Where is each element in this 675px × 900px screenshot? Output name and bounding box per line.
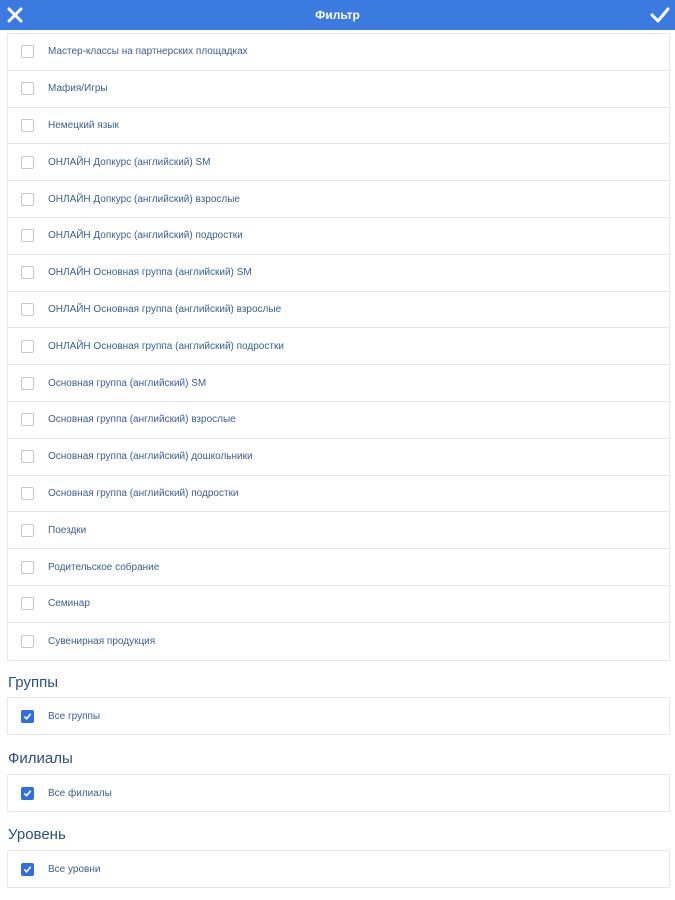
close-button[interactable] xyxy=(4,4,26,26)
checkbox[interactable] xyxy=(21,339,34,353)
list-item[interactable]: ОНЛАЙН Основная группа (английский) взро… xyxy=(8,292,669,329)
list-item-label: ОНЛАЙН Основная группа (английский) взро… xyxy=(48,303,282,315)
list-item-label: Основная группа (английский) SM xyxy=(48,377,207,389)
checkbox[interactable] xyxy=(21,155,34,169)
branches-section-title: Филиалы xyxy=(8,750,73,767)
checkbox[interactable] xyxy=(21,413,34,427)
list-item-all-branches[interactable]: Все филиалы xyxy=(8,775,669,811)
checkbox[interactable] xyxy=(21,229,34,243)
list-item[interactable]: Поездки xyxy=(8,512,669,550)
list-item-label: Сувенирная продукция xyxy=(48,635,156,647)
list-item-all-levels[interactable]: Все уровни xyxy=(8,851,669,887)
levels-list: Все уровни xyxy=(7,850,670,888)
list-item-all-groups[interactable]: Все группы xyxy=(8,698,669,734)
list-item[interactable]: Основная группа (английский) взрослые xyxy=(8,402,669,439)
checkbox[interactable] xyxy=(21,118,34,132)
list-item[interactable]: ОНЛАЙН Допкурс (английский) подростки xyxy=(8,218,669,255)
checkbox[interactable] xyxy=(21,597,34,611)
checkbox[interactable] xyxy=(21,862,34,876)
close-icon xyxy=(7,7,23,23)
checkbox[interactable] xyxy=(21,523,34,537)
list-item[interactable]: Немецкий язык xyxy=(8,108,669,145)
checkmark-icon xyxy=(650,7,670,23)
checkbox[interactable] xyxy=(21,82,34,96)
list-item[interactable]: Мафия/Игры xyxy=(8,71,669,108)
checkbox[interactable] xyxy=(21,560,34,574)
list-item[interactable]: Основная группа (английский) подростки xyxy=(8,476,669,513)
checkbox[interactable] xyxy=(21,709,34,723)
list-item-label: Все филиалы xyxy=(48,787,112,799)
checkbox[interactable] xyxy=(21,302,34,316)
list-item[interactable]: Семинар xyxy=(8,586,669,623)
list-item-label: Все группы xyxy=(48,710,101,722)
list-item-label: Поездки xyxy=(48,524,87,536)
list-item-label: Основная группа (английский) подростки xyxy=(48,487,239,499)
page-title: Фильтр xyxy=(315,8,360,22)
checkbox[interactable] xyxy=(21,376,34,390)
groups-list: Все группы xyxy=(7,697,670,735)
list-item[interactable]: Основная группа (английский) SM xyxy=(8,365,669,402)
list-item-label: Мастер-классы на партнерских площадках xyxy=(48,46,248,58)
list-item-label: Родительское собрание xyxy=(48,561,160,573)
levels-section-title: Уровень xyxy=(8,826,66,843)
checkbox[interactable] xyxy=(21,192,34,206)
list-item-label: Основная группа (английский) дошкольники xyxy=(48,451,253,463)
list-item-label: Все уровни xyxy=(48,863,101,875)
checkbox[interactable] xyxy=(21,786,34,800)
checkmark-icon xyxy=(23,712,32,720)
list-item[interactable]: Сувенирная продукция xyxy=(8,623,669,660)
checkbox[interactable] xyxy=(21,45,34,59)
list-item-label: Основная группа (английский) взрослые xyxy=(48,414,236,426)
list-item-label: Мафия/Игры xyxy=(48,83,108,95)
list-item[interactable]: ОНЛАЙН Основная группа (английский) SM xyxy=(8,255,669,292)
checkmark-icon xyxy=(23,865,32,873)
list-item[interactable]: ОНЛАЙН Допкурс (английский) взрослые xyxy=(8,181,669,218)
checkmark-icon xyxy=(23,789,32,797)
apply-button[interactable] xyxy=(649,4,671,26)
checkbox[interactable] xyxy=(21,450,34,464)
list-item-label: ОНЛАЙН Основная группа (английский) подр… xyxy=(48,340,284,352)
list-item-label: ОНЛАЙН Допкурс (английский) взрослые xyxy=(48,193,240,205)
list-item[interactable]: ОНЛАЙН Допкурс (английский) SM xyxy=(8,144,669,182)
list-item-label: ОНЛАЙН Допкурс (английский) подростки xyxy=(48,230,243,242)
checkbox[interactable] xyxy=(21,266,34,280)
checkbox[interactable] xyxy=(21,634,34,648)
branches-list: Все филиалы xyxy=(7,774,670,812)
list-item-label: Немецкий язык xyxy=(48,119,119,131)
category-list: Мастер-классы на партнерских площадках Ма… xyxy=(7,33,670,661)
list-item[interactable]: Основная группа (английский) дошкольники xyxy=(8,439,669,476)
list-item[interactable]: Мастер-классы на партнерских площадках xyxy=(8,34,669,71)
header-bar: Фильтр xyxy=(0,0,675,30)
list-item-label: ОНЛАЙН Основная группа (английский) SM xyxy=(48,267,252,279)
list-item[interactable]: ОНЛАЙН Основная группа (английский) подр… xyxy=(8,328,669,366)
checkbox[interactable] xyxy=(21,486,34,500)
list-item[interactable]: Родительское собрание xyxy=(8,549,669,586)
groups-section-title: Группы xyxy=(8,674,58,691)
list-item-label: ОНЛАЙН Допкурс (английский) SM xyxy=(48,156,211,168)
list-item-label: Семинар xyxy=(48,598,90,610)
